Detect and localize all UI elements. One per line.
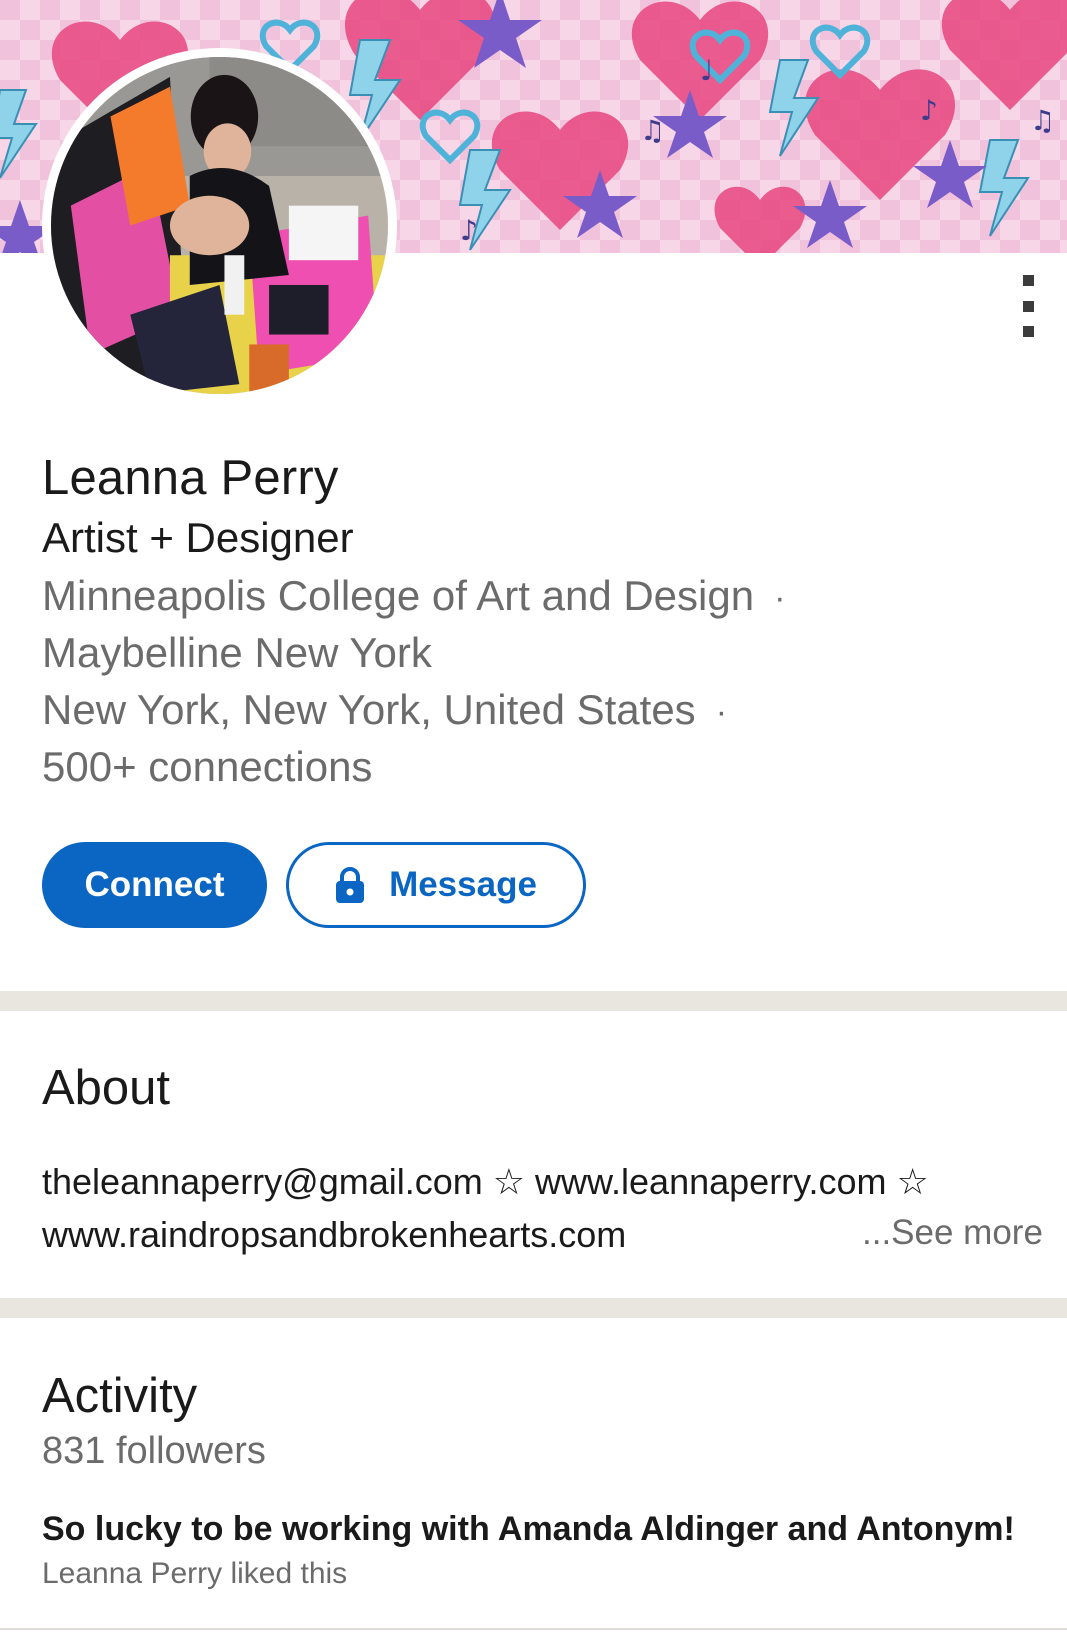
profile-headline: Artist + Designer	[42, 514, 354, 561]
profile-location: New York, New York, United States ·	[42, 686, 727, 734]
see-more-link[interactable]: ...See more	[862, 1213, 1043, 1253]
connect-button-label: Connect	[84, 865, 225, 904]
message-button-label: Message	[389, 865, 537, 904]
more-vertical-icon[interactable]	[1013, 275, 1043, 337]
school-name[interactable]: Minneapolis College of Art and Design	[42, 572, 754, 619]
connect-button[interactable]: Connect	[42, 842, 267, 928]
section-divider	[0, 1628, 1067, 1630]
svg-text:♩: ♩	[700, 54, 713, 87]
activity-title: Activity	[42, 1369, 198, 1423]
avatar-photo	[51, 57, 388, 394]
activity-post-title[interactable]: So lucky to be working with Amanda Aldin…	[42, 1510, 1052, 1549]
connections-count[interactable]: 500+ connections	[42, 743, 372, 791]
followers-count: 831 followers	[42, 1430, 266, 1472]
svg-text:♪: ♪	[920, 94, 938, 127]
profile-company[interactable]: Maybelline New York	[42, 629, 432, 677]
about-title: About	[42, 1061, 171, 1115]
avatar[interactable]	[42, 48, 397, 403]
activity-post-meta: Leanna Perry liked this	[42, 1557, 348, 1590]
lock-icon	[336, 867, 365, 903]
svg-text:♫: ♫	[1030, 104, 1055, 137]
section-divider	[0, 1298, 1067, 1318]
message-button[interactable]: Message	[286, 842, 586, 928]
section-divider	[0, 991, 1067, 1011]
svg-text:♫: ♫	[640, 114, 665, 147]
svg-text:♪: ♪	[460, 214, 478, 247]
separator-dot: ·	[715, 693, 728, 732]
profile-page: ♫ ♪ ♫ ♩ ♪ Leanna Perry Artist + Designer…	[0, 0, 1067, 1643]
about-line: theleannaperry@gmail.com ☆ www.leannaper…	[42, 1161, 929, 1202]
profile-name: Leanna Perry	[42, 451, 339, 505]
separator-dot: ·	[774, 579, 786, 618]
profile-school[interactable]: Minneapolis College of Art and Design ·	[42, 572, 785, 620]
location-text: New York, New York, United States	[42, 686, 696, 733]
